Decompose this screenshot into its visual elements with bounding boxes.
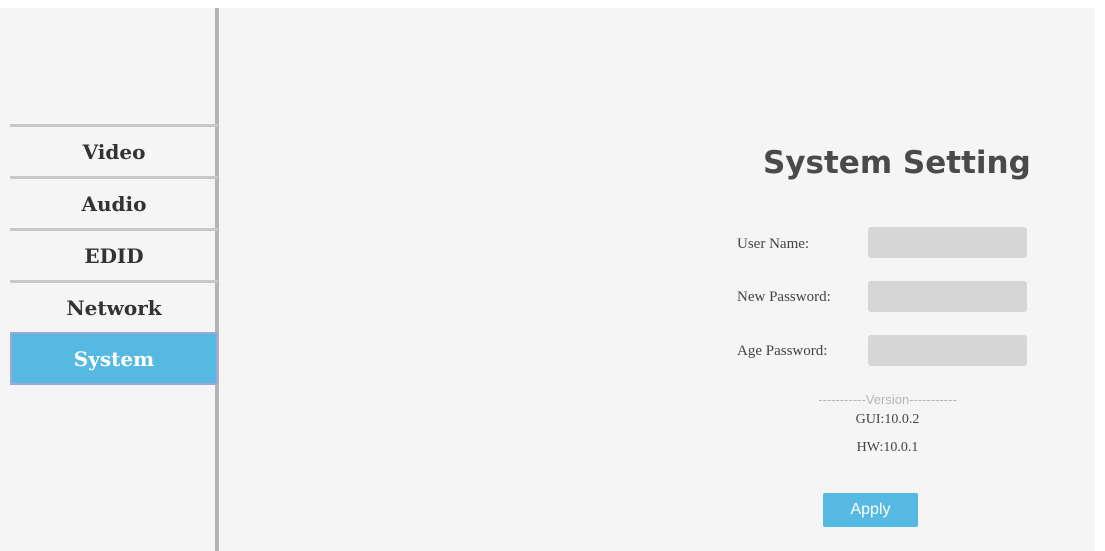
sidebar-item-network[interactable]: Network [10,280,218,332]
gui-version: GUI:10.0.2 [855,412,920,427]
hw-version: HW:10.0.1 [856,440,919,455]
new-password-input[interactable] [868,281,1027,312]
sidebar-nav: Video Audio EDID Network System [10,124,218,385]
new-password-label: New Password: [737,289,831,305]
user-name-label: User Name: [737,236,810,252]
age-password-label: Age Password: [737,343,828,359]
user-name-input[interactable] [868,227,1027,258]
age-password-input[interactable] [868,335,1027,366]
sidebar-item-edid[interactable]: EDID [10,228,218,280]
app-root: Video Audio EDID Network System System S… [0,0,1105,551]
apply-button[interactable]: Apply [823,493,918,527]
sidebar-item-system[interactable]: System [10,332,218,385]
sidebar-item-video[interactable]: Video [10,124,218,176]
version-header: -----------Version----------- [818,392,957,407]
page-title: System Setting [763,145,1031,181]
sidebar-item-audio[interactable]: Audio [10,176,218,228]
